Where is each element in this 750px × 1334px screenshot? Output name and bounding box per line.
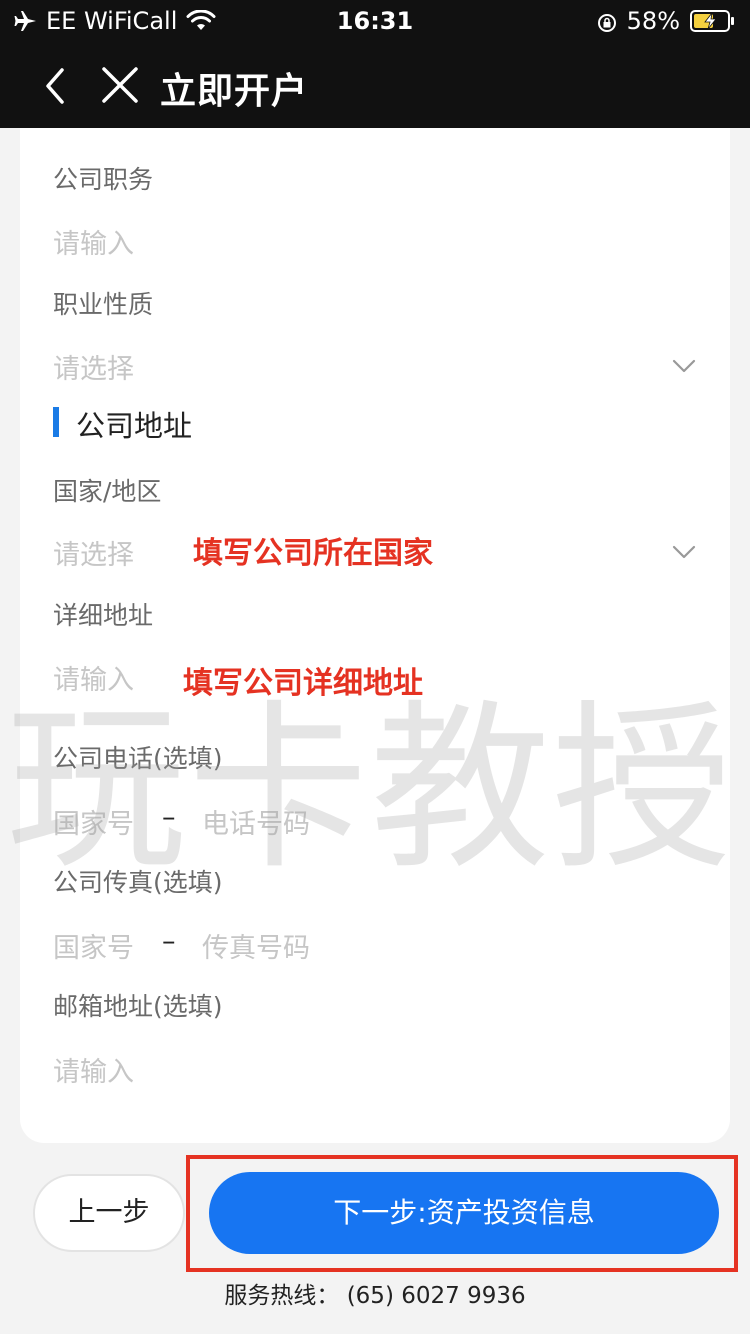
detail-address-label: 详细地址 bbox=[53, 601, 154, 630]
phone-separator: – bbox=[162, 802, 176, 833]
status-bar: EE WiFiCall 16:31 58% bbox=[0, 0, 750, 44]
chevron-down-icon[interactable] bbox=[672, 358, 696, 373]
company-position-input[interactable]: 请输入 bbox=[53, 222, 134, 261]
fax-country-code-input[interactable]: 国家号 bbox=[53, 926, 134, 965]
occupation-type-select[interactable]: 请选择 bbox=[53, 347, 134, 386]
section-accent-bar bbox=[53, 407, 59, 437]
phone-country-code-input[interactable]: 国家号 bbox=[53, 802, 134, 841]
phone-number-input[interactable]: 电话号码 bbox=[202, 802, 310, 841]
prev-step-button[interactable]: 上一步 bbox=[33, 1174, 185, 1252]
battery-percent: 58% bbox=[626, 7, 680, 35]
annotation-address: 填写公司详细地址 bbox=[183, 666, 423, 701]
nav-bar: 立即开户 bbox=[0, 44, 750, 128]
next-step-button[interactable]: 下一步:资产投资信息 bbox=[209, 1172, 719, 1254]
back-icon[interactable] bbox=[40, 64, 70, 108]
close-icon[interactable] bbox=[100, 62, 140, 108]
company-position-label: 公司职务 bbox=[53, 165, 154, 194]
rotation-lock-icon bbox=[597, 11, 617, 32]
country-region-select[interactable]: 请选择 bbox=[53, 533, 134, 572]
chevron-down-icon[interactable] bbox=[672, 544, 696, 559]
status-right: 58% bbox=[597, 7, 736, 35]
country-region-label: 国家/地区 bbox=[53, 477, 162, 506]
company-phone-label: 公司电话(选填) bbox=[53, 744, 223, 773]
service-hotline: 服务热线： (65) 6027 9936 bbox=[224, 1283, 526, 1309]
fax-separator: – bbox=[162, 926, 176, 957]
company-fax-label: 公司传真(选填) bbox=[53, 868, 223, 897]
detail-address-input[interactable]: 请输入 bbox=[53, 658, 134, 697]
email-input[interactable]: 请输入 bbox=[53, 1050, 134, 1089]
battery-icon bbox=[690, 10, 736, 32]
section-title-company-address: 公司地址 bbox=[76, 409, 193, 443]
occupation-type-label: 职业性质 bbox=[53, 290, 154, 319]
email-label: 邮箱地址(选填) bbox=[53, 992, 223, 1021]
page-title: 立即开户 bbox=[160, 71, 309, 112]
fax-number-input[interactable]: 传真号码 bbox=[202, 926, 310, 965]
annotation-country: 填写公司所在国家 bbox=[193, 536, 433, 571]
